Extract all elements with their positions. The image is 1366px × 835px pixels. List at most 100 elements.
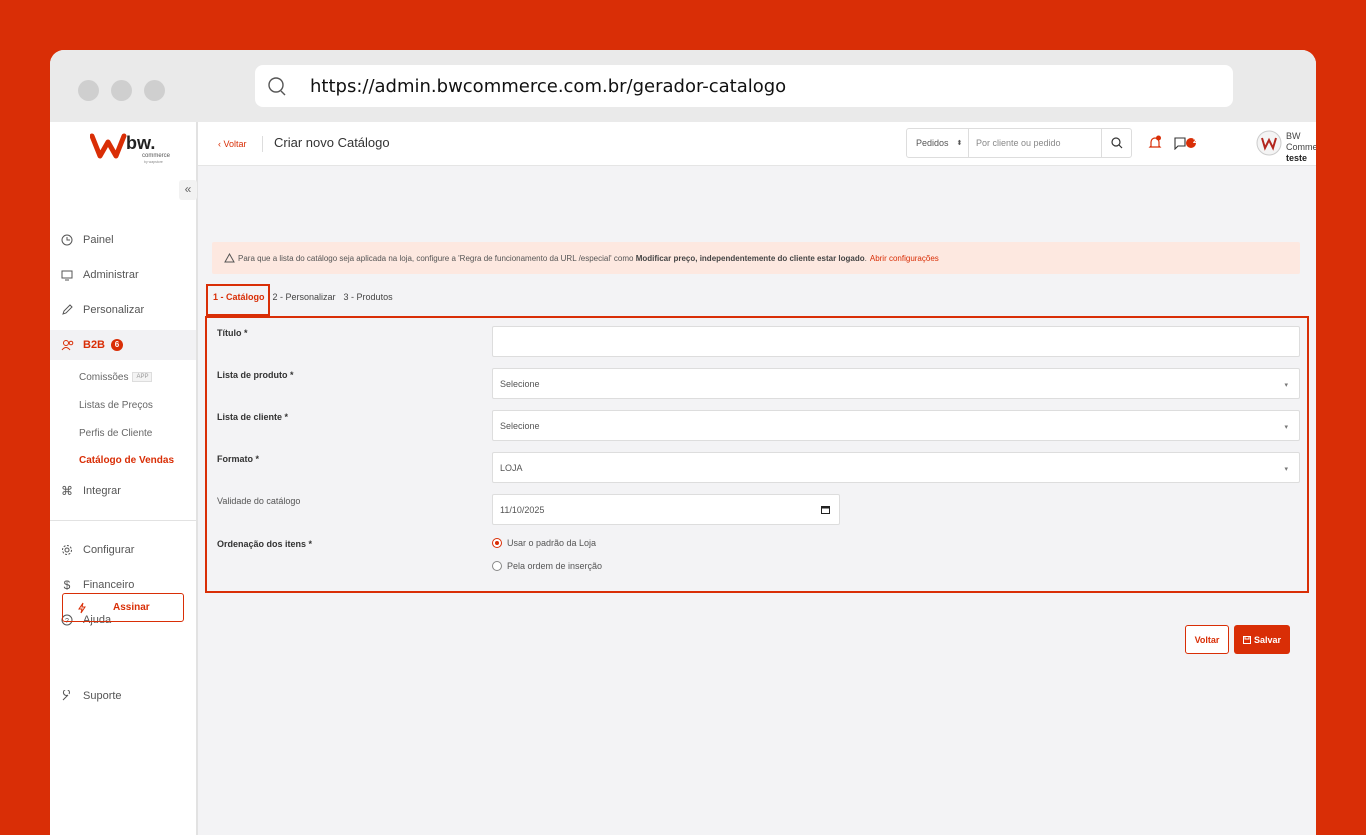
tab-produtos[interactable]: 3 - Produtos bbox=[344, 292, 393, 302]
formato-select[interactable]: LOJA ▾ bbox=[492, 452, 1300, 483]
search-icon bbox=[267, 76, 289, 103]
step-tabs: 1 - Catálogo 2 - Personalizar 3 - Produt… bbox=[213, 292, 401, 302]
select-value: Selecione bbox=[500, 420, 540, 431]
validade-date-input[interactable]: 11/10/2025 bbox=[492, 494, 840, 525]
user-info[interactable]: BW Commerce teste bbox=[1286, 131, 1316, 164]
browser-chrome: https://admin.bwcommerce.com.br/gerador-… bbox=[50, 50, 1316, 122]
radio-padrao-loja[interactable]: Usar o padrão da Loja bbox=[492, 538, 596, 548]
radio-circle bbox=[492, 561, 502, 571]
subitem-label: Comissões bbox=[79, 372, 129, 383]
titulo-input[interactable] bbox=[492, 326, 1300, 357]
chevron-down-icon: ▾ bbox=[1284, 382, 1288, 389]
user-store: teste bbox=[1286, 153, 1308, 163]
salvar-button[interactable]: Salvar bbox=[1234, 625, 1290, 654]
alert-suffix: . bbox=[864, 253, 867, 263]
collapse-sidebar-button[interactable]: « bbox=[179, 180, 197, 200]
sidebar-item-label: Administrar bbox=[83, 269, 139, 281]
salvar-label: Salvar bbox=[1253, 634, 1282, 645]
url-text: https://admin.bwcommerce.com.br/gerador-… bbox=[310, 76, 787, 97]
lista-cliente-select[interactable]: Selecione ▾ bbox=[492, 410, 1300, 441]
global-search: Pedidos ⬍ Por cliente ou pedido bbox=[906, 128, 1132, 158]
app-tag: APP bbox=[132, 372, 153, 383]
alert-text: Para que a lista do catálogo seja aplica… bbox=[238, 253, 634, 263]
bell-icon[interactable] bbox=[1148, 135, 1162, 156]
pen-icon bbox=[60, 303, 74, 317]
svg-text:bw.: bw. bbox=[126, 133, 155, 153]
search-button[interactable] bbox=[1101, 129, 1131, 157]
search-input[interactable]: Por cliente ou pedido bbox=[969, 138, 1101, 148]
command-icon: ⌘ bbox=[61, 484, 73, 498]
lightning-icon bbox=[77, 602, 87, 614]
sidebar-item-integrar[interactable]: ⌘ Integrar bbox=[50, 476, 196, 506]
info-alert: Para que a lista do catálogo seja aplica… bbox=[212, 242, 1300, 274]
save-icon bbox=[1242, 635, 1251, 644]
user-name: BW Commerce bbox=[1286, 131, 1316, 152]
app: bw. commerce by wapstore « Painel Admini… bbox=[50, 122, 1316, 835]
chat-badge: 2 bbox=[1193, 138, 1197, 145]
bw-logo[interactable]: bw. commerce by wapstore bbox=[89, 130, 190, 166]
window-dot bbox=[111, 80, 132, 101]
back-link[interactable]: ‹ Voltar bbox=[218, 139, 247, 149]
gear-icon bbox=[60, 543, 74, 557]
separator bbox=[262, 136, 263, 152]
abrir-configuracoes-link[interactable]: Abrir configurações bbox=[870, 254, 939, 263]
sidebar-item-label: Financeiro bbox=[83, 579, 135, 591]
date-value: 11/10/2025 bbox=[500, 504, 545, 515]
chevron-down-icon: ▾ bbox=[1284, 424, 1288, 431]
sidebar-subitem-listas-precos[interactable]: Listas de Preços bbox=[79, 400, 153, 411]
sidebar-item-painel[interactable]: Painel bbox=[50, 225, 196, 255]
sidebar-item-configurar[interactable]: Configurar bbox=[50, 535, 196, 565]
users-icon bbox=[60, 338, 74, 352]
assinar-button[interactable]: Assinar bbox=[62, 593, 184, 622]
monitor-icon bbox=[60, 268, 74, 282]
sidebar-subitem-perfis-cliente[interactable]: Perfis de Cliente bbox=[79, 428, 152, 439]
svg-text:by wapstore: by wapstore bbox=[144, 160, 163, 164]
window-dot bbox=[78, 80, 99, 101]
voltar-button[interactable]: Voltar bbox=[1185, 625, 1229, 654]
alert-bold-text: Modificar preço, independentemente do cl… bbox=[635, 253, 865, 263]
sidebar-item-suporte[interactable]: Suporte bbox=[50, 681, 196, 711]
search-type-select[interactable]: Pedidos ⬍ bbox=[907, 129, 969, 157]
radio-circle bbox=[492, 538, 502, 548]
titulo-label: Título * bbox=[217, 328, 248, 338]
tab-catalogo[interactable]: 1 - Catálogo bbox=[213, 292, 265, 302]
sidebar: bw. commerce by wapstore « Painel Admini… bbox=[50, 122, 198, 835]
lista-cliente-label: Lista de cliente * bbox=[217, 412, 289, 422]
wrench-icon bbox=[60, 689, 74, 703]
sidebar-item-label: Painel bbox=[83, 234, 114, 246]
address-bar[interactable]: https://admin.bwcommerce.com.br/gerador-… bbox=[255, 65, 1233, 107]
lista-produto-label: Lista de produto * bbox=[217, 370, 294, 380]
calendar-icon[interactable] bbox=[821, 505, 830, 516]
assinar-label: Assinar bbox=[113, 602, 150, 613]
validade-label: Validade do catálogo bbox=[217, 496, 301, 506]
sidebar-divider bbox=[50, 520, 196, 521]
sidebar-item-label: Configurar bbox=[83, 544, 135, 556]
sidebar-item-label: Integrar bbox=[83, 485, 121, 497]
ordenacao-label: Ordenação dos itens * bbox=[217, 539, 313, 549]
b2b-badge: 6 bbox=[111, 339, 124, 351]
lista-produto-select[interactable]: Selecione ▾ bbox=[492, 368, 1300, 399]
updown-icon: ⬍ bbox=[956, 140, 963, 147]
radio-label: Usar o padrão da Loja bbox=[507, 538, 597, 548]
sidebar-item-label: B2B bbox=[83, 339, 106, 351]
sidebar-item-administrar[interactable]: Administrar bbox=[50, 260, 196, 290]
formato-label: Formato * bbox=[217, 454, 260, 464]
radio-ordem-insercao[interactable]: Pela ordem de inserção bbox=[492, 561, 602, 571]
sidebar-subitem-catalogo-vendas[interactable]: Catálogo de Vendas bbox=[79, 455, 174, 466]
chevron-down-icon: ▾ bbox=[1284, 466, 1288, 473]
select-value: LOJA bbox=[500, 462, 523, 473]
sidebar-item-personalizar[interactable]: Personalizar bbox=[50, 295, 196, 325]
search-icon bbox=[1110, 137, 1122, 149]
warning-icon bbox=[224, 253, 235, 263]
dollar-icon: $ bbox=[63, 578, 71, 592]
svg-text:commerce: commerce bbox=[142, 153, 171, 159]
select-value: Pedidos bbox=[916, 138, 949, 148]
clock-icon bbox=[60, 233, 74, 247]
tab-personalizar[interactable]: 2 - Personalizar bbox=[273, 292, 336, 302]
sidebar-item-label: Personalizar bbox=[83, 304, 145, 316]
radio-label: Pela ordem de inserção bbox=[507, 561, 603, 571]
sidebar-subitem-comissoes[interactable]: Comissões APP bbox=[79, 372, 153, 383]
sidebar-item-b2b[interactable]: B2B 6 bbox=[50, 330, 196, 360]
page-title: Criar novo Catálogo bbox=[274, 135, 390, 150]
catalog-form: Título * Lista de produto * Selecione ▾ … bbox=[205, 316, 1309, 593]
